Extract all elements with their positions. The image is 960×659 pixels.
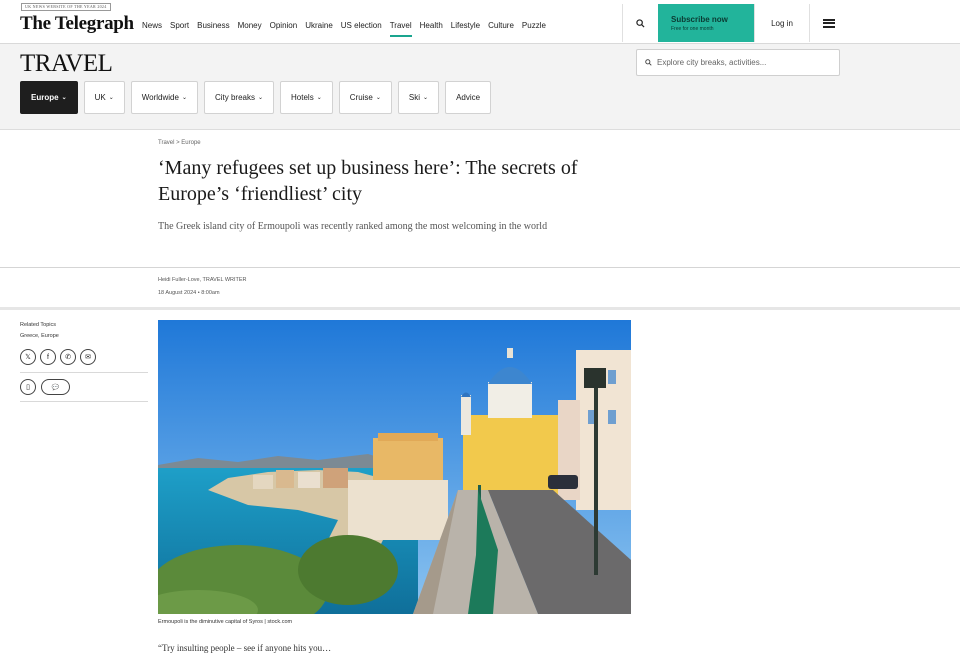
article-sidebar: Related Topics Greece, Europe 𝕏 f ✆ ✉ ▯ … (20, 320, 148, 402)
subscribe-sublabel: Free for one month (671, 25, 714, 32)
nav-us-election[interactable]: US election (341, 21, 382, 37)
nav-health[interactable]: Health (420, 21, 443, 37)
article-headline: ‘Many refugees set up business here’: Th… (158, 157, 578, 205)
search-icon (645, 59, 652, 66)
chevron-down-icon: ⌄ (423, 95, 429, 101)
author-byline[interactable]: Heidi Fuller-Love, TRAVEL WRITER (158, 277, 247, 283)
chevron-down-icon: ⌄ (375, 95, 381, 101)
login-button[interactable]: Log in (754, 4, 810, 42)
menu-button[interactable] (810, 4, 848, 42)
subscribe-label: Subscribe now (671, 14, 728, 24)
article-standfirst: The Greek island city of Ermoupoli was r… (158, 221, 548, 232)
hamburger-icon (823, 18, 835, 28)
subnav-advice[interactable]: Advice (445, 81, 492, 114)
nav-puzzles[interactable]: Puzzle (522, 21, 546, 37)
chevron-down-icon: ⌄ (258, 95, 264, 101)
nav-money[interactable]: Money (238, 21, 262, 37)
search-icon (636, 18, 645, 28)
chevron-down-icon: ⌄ (181, 95, 187, 101)
site-header: UK NEWS WEBSITE OF THE YEAR 2024 The Tel… (0, 0, 960, 44)
subnav-label: Worldwide (141, 93, 179, 102)
nav-sport[interactable]: Sport (170, 21, 189, 37)
bookmark-icon[interactable]: ▯ (20, 379, 36, 395)
subnav-city-breaks[interactable]: City breaks ⌄ (203, 81, 275, 114)
nav-business[interactable]: Business (197, 21, 229, 37)
breadcrumb[interactable]: Travel > Europe (158, 140, 201, 146)
subnav-europe[interactable]: Europe ⌄ (20, 81, 78, 114)
subnav-label: UK (94, 93, 106, 102)
section-subnav: Europe ⌄ UK ⌄ Worldwide ⌄ City breaks ⌄ Hote… (20, 81, 492, 114)
subnav-label: Ski (408, 93, 421, 102)
nav-news[interactable]: News (142, 21, 162, 37)
article-actions: ▯ 💬 (20, 379, 148, 402)
nav-ukraine[interactable]: Ukraine (305, 21, 333, 37)
subnav-cruise[interactable]: Cruise ⌄ (338, 81, 392, 114)
subnav-label: Advice (456, 93, 481, 102)
publish-date: 18 August 2024 • 8:00am (158, 290, 220, 296)
nav-opinion[interactable]: Opinion (270, 21, 298, 37)
subnav-label: Cruise (349, 93, 373, 102)
byline-area: Heidi Fuller-Love, TRAVEL WRITER 18 Augu… (0, 268, 960, 310)
comment-icon: 💬 (51, 384, 60, 391)
subnav-uk[interactable]: UK ⌄ (83, 81, 125, 114)
hero-image (158, 320, 631, 614)
topic-link[interactable]: Greece, Europe (20, 331, 148, 342)
main-nav: News Sport Business Money Opinion Ukrain… (142, 21, 546, 37)
article-header: Travel > Europe ‘Many refugees set up bu… (0, 131, 960, 268)
image-caption: Ermoupoli is the diminutive capital of S… (158, 619, 293, 625)
related-topics[interactable]: Related Topics (20, 320, 148, 331)
section-title[interactable]: TRAVEL (20, 50, 113, 78)
facebook-icon[interactable]: f (40, 349, 56, 365)
subscribe-button[interactable]: Subscribe now Free for one month (658, 4, 754, 42)
article-pullquote: “Try insulting people – see if anyone hi… (158, 643, 332, 653)
comments-button[interactable]: 💬 (41, 379, 70, 395)
chevron-down-icon: ⌄ (61, 95, 67, 101)
nav-culture[interactable]: Culture (488, 21, 514, 37)
subnav-worldwide[interactable]: Worldwide ⌄ (130, 81, 198, 114)
header-search-button[interactable] (622, 4, 658, 42)
subnav-label: Europe (31, 93, 59, 102)
email-icon[interactable]: ✉ (80, 349, 96, 365)
chevron-down-icon: ⌄ (108, 95, 114, 101)
telegraph-logo[interactable]: The Telegraph (20, 13, 134, 35)
chevron-down-icon: ⌄ (316, 95, 322, 101)
travel-search-input[interactable]: Explore city breaks, activities... (636, 49, 840, 76)
subnav-label: City breaks (214, 93, 255, 102)
subnav-ski[interactable]: Ski ⌄ (397, 81, 440, 114)
search-placeholder: Explore city breaks, activities... (657, 58, 767, 67)
tagline: UK NEWS WEBSITE OF THE YEAR 2024 (21, 3, 111, 11)
hero-photo (158, 320, 631, 614)
x-icon[interactable]: 𝕏 (20, 349, 36, 365)
whatsapp-icon[interactable]: ✆ (60, 349, 76, 365)
subnav-hotels[interactable]: Hotels ⌄ (280, 81, 333, 114)
nav-travel[interactable]: Travel (389, 21, 412, 37)
subnav-label: Hotels (291, 93, 314, 102)
section-header: TRAVEL Explore city breaks, activities..… (0, 44, 960, 130)
nav-lifestyle[interactable]: Lifestyle (451, 21, 480, 37)
share-buttons: 𝕏 f ✆ ✉ (20, 349, 148, 373)
